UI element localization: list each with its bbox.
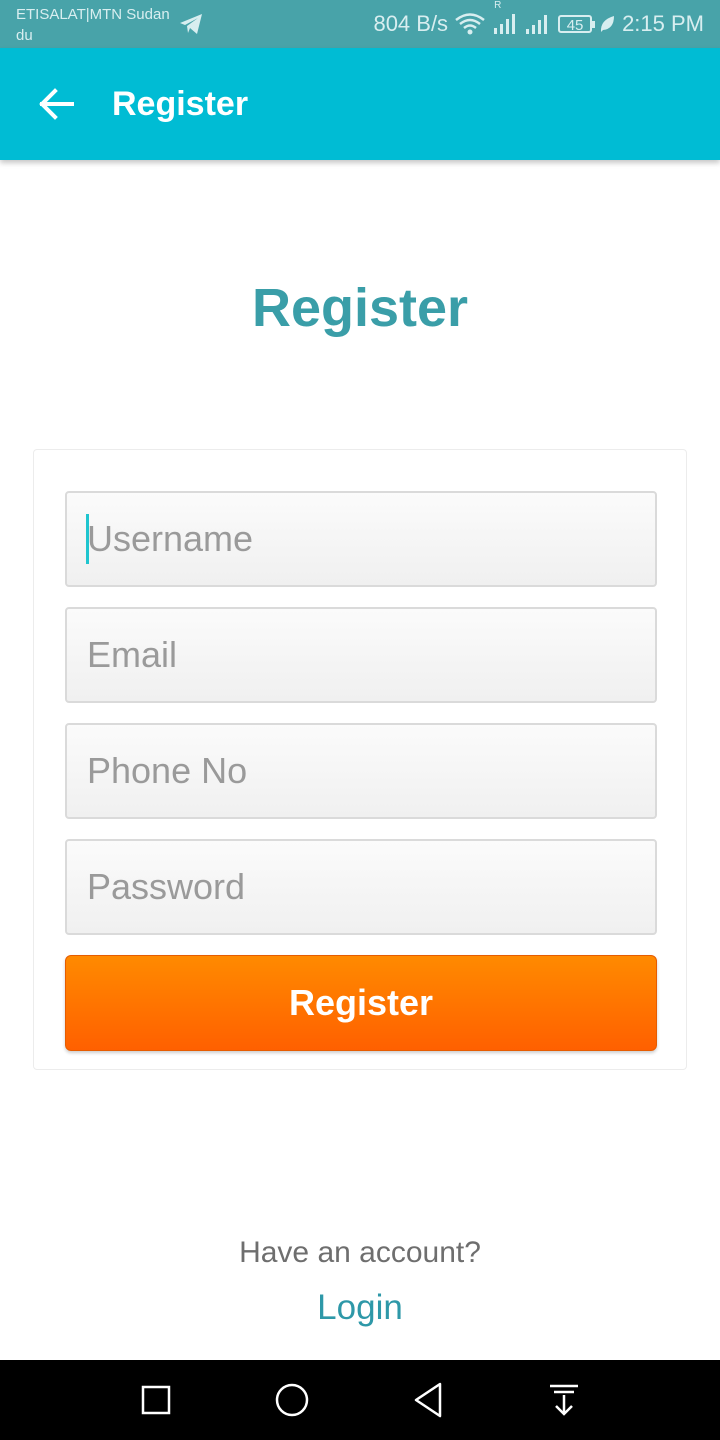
app-bar: Register	[0, 48, 720, 160]
email-input[interactable]	[67, 609, 655, 701]
clock: 2:15 PM	[622, 11, 704, 36]
system-back-button[interactable]	[406, 1378, 450, 1422]
signal-icon-2	[524, 12, 552, 36]
arrow-left-icon	[39, 88, 74, 120]
home-icon	[275, 1383, 309, 1417]
wifi-icon	[454, 12, 486, 36]
carrier-line-1: ETISALAT|MTN Sudan	[16, 6, 170, 23]
home-button[interactable]	[270, 1378, 314, 1422]
app-bar-title: Register	[112, 85, 249, 123]
email-field[interactable]	[65, 607, 657, 703]
phone-field[interactable]	[65, 723, 657, 819]
recents-button[interactable]	[134, 1378, 178, 1422]
status-indicators: 804 B/s R 45 2:15 PM	[373, 0, 704, 48]
username-input[interactable]	[67, 493, 655, 585]
leaf-icon	[598, 14, 616, 34]
register-button[interactable]: Register	[65, 955, 657, 1051]
battery-icon: 45	[558, 15, 596, 34]
back-button[interactable]	[30, 78, 82, 130]
notification-pull-button[interactable]	[542, 1378, 586, 1422]
status-bar: ETISALAT|MTN Sudan du 804 B/s R 45 2:15 …	[0, 0, 720, 48]
login-link[interactable]: Login	[0, 1286, 720, 1330]
net-speed: 804 B/s	[373, 11, 449, 36]
page-title: Register	[251, 278, 469, 338]
register-form-card: Register	[33, 449, 687, 1070]
system-nav-bar	[0, 1360, 720, 1440]
signal-icon: R	[492, 0, 518, 36]
carrier-label: ETISALAT|MTN Sudan du	[16, 4, 170, 46]
password-field[interactable]	[65, 839, 657, 935]
username-field[interactable]	[65, 491, 657, 587]
phone-input[interactable]	[67, 725, 655, 817]
text-cursor	[86, 514, 89, 564]
have-account-text: Have an account?	[239, 1236, 481, 1269]
telegram-icon	[178, 12, 204, 36]
back-icon	[414, 1382, 442, 1418]
carrier-line-2: du	[16, 27, 33, 44]
roaming-indicator: R	[494, 0, 502, 11]
password-input[interactable]	[67, 841, 655, 933]
notification-pull-icon	[550, 1384, 578, 1416]
recents-icon	[141, 1385, 171, 1415]
